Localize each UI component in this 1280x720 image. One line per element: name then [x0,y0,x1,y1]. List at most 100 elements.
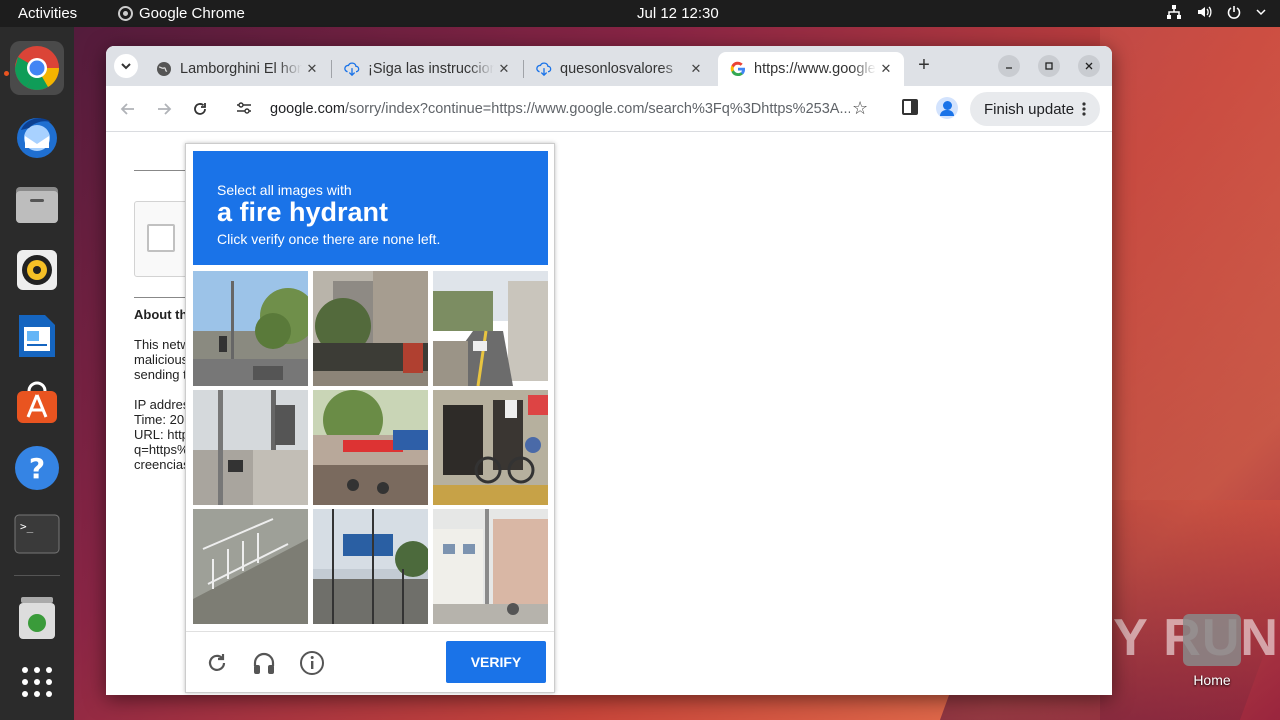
power-icon [1226,4,1242,23]
close-tab-icon[interactable]: ✕ [302,61,322,77]
instruction-subline: Click verify once there are none left. [217,231,441,247]
profile-avatar-icon[interactable] [936,97,958,119]
close-tab-icon[interactable]: ✕ [686,61,706,77]
url-text: google.com/sorry/index?continue=https://… [270,101,850,117]
instruction-line: Select all images with [217,182,352,198]
dock-show-apps[interactable] [10,655,64,709]
arrow-left-icon [120,103,134,115]
clock[interactable]: Jul 12 12:30 [637,5,719,22]
info-icon [300,651,324,675]
tab-title: quesonlosvalores [560,61,673,77]
site-info-icon[interactable] [236,101,256,118]
maximize-icon [1045,62,1053,70]
dock-files[interactable] [10,177,64,231]
tab-strip: Lamborghini El hombre ✕ ¡Siga las instru… [106,46,1112,86]
image-tile-bicycle-shop[interactable] [433,390,548,505]
terminal-icon: >_ [14,514,60,554]
recaptcha-checkbox[interactable] [147,224,175,252]
dock-help[interactable]: ? [10,441,64,495]
url-line: URL: http [134,427,189,442]
reload-button[interactable] [189,98,211,120]
challenge-target: a fire hydrant [217,197,389,227]
tab-4-active[interactable]: https://www.google.com ✕ [718,52,904,86]
desktop-home-folder[interactable]: Home [1182,614,1242,688]
running-indicator [4,71,9,76]
tab-3[interactable]: quesonlosvalores ✕ [524,52,714,86]
dock: ? >_ [0,27,74,720]
image-tile-shop-front[interactable] [313,390,428,505]
side-panel-icon[interactable] [902,99,918,115]
bookmark-star-icon[interactable]: ☆ [852,98,868,119]
dock-chrome[interactable] [10,41,64,95]
reload-icon [208,654,226,671]
close-tab-icon[interactable]: ✕ [876,61,896,77]
volume-icon [1196,4,1212,23]
image-tile-railing-closeup[interactable] [193,509,308,624]
reload-icon [194,103,206,115]
dock-trash[interactable] [10,591,64,645]
browser-toolbar: google.com/sorry/index?continue=https://… [106,86,1112,132]
forward-button[interactable] [153,98,175,120]
app-menu[interactable]: Google Chrome [118,5,245,22]
minimize-button[interactable] [998,55,1020,77]
address-bar[interactable]: google.com/sorry/index?continue=https://… [226,91,884,127]
finish-update-button[interactable]: Finish update [970,92,1101,126]
svg-text:?: ? [29,452,45,485]
dock-thunderbird[interactable] [10,109,64,163]
tab-2[interactable]: ¡Siga las instrucciones ✕ [332,52,522,86]
ip-line: IP addres [134,397,190,412]
folder-icon [16,187,58,223]
image-tile-traffic-light-pole[interactable] [193,390,308,505]
shopping-bag-icon [17,381,57,423]
dock-terminal[interactable]: >_ [10,507,64,561]
image-tile-blue-sign-train[interactable] [313,509,428,624]
tab-title: https://www.google.com [754,61,876,77]
image-tile-white-buildings[interactable] [433,509,548,624]
dock-separator [14,575,60,576]
close-icon [1085,62,1093,70]
thunderbird-icon [17,118,57,158]
audio-challenge-button[interactable] [250,649,278,677]
download-cloud-icon [536,61,552,77]
close-tab-icon[interactable]: ✕ [494,61,514,77]
download-cloud-icon [344,61,360,77]
tab-title: ¡Siga las instrucciones [368,61,494,77]
network-icon [1166,4,1182,23]
chrome-small-icon [118,6,133,21]
app-name: Google Chrome [139,5,245,22]
url-path: /sorry/index?continue=https://www.google… [344,101,850,117]
reload-challenge-button[interactable] [203,649,231,677]
tab-search-button[interactable] [114,54,138,78]
dock-app-center[interactable] [10,375,64,429]
image-grid [193,271,548,626]
arrow-right-icon [158,103,172,115]
home-folder-icon [1183,614,1241,666]
dock-rhythmbox[interactable] [10,243,64,297]
footer-divider [186,631,554,632]
url-host: google.com [270,101,345,117]
maximize-button[interactable] [1038,55,1060,77]
tab-1[interactable]: Lamborghini El hombre ✕ [144,52,330,86]
activities-button[interactable]: Activities [18,5,77,22]
info-button[interactable] [298,649,326,677]
query-line: q=https% [134,442,189,457]
back-button[interactable] [117,98,139,120]
image-tile-buildings-trees[interactable] [313,271,428,386]
image-tile-road-street[interactable] [433,271,548,386]
globe-icon [156,61,172,77]
tab-title: Lamborghini El hombre [180,61,302,77]
dock-writer[interactable] [10,309,64,363]
image-tile-street-trees-sky[interactable] [193,271,308,386]
close-window-button[interactable] [1078,55,1100,77]
verify-button[interactable]: VERIFY [446,641,546,683]
chrome-icon [15,46,59,90]
system-tray[interactable] [1166,4,1266,23]
page-para-line: sending t [134,367,187,382]
about-heading: About th [134,307,188,322]
new-tab-button[interactable]: + [912,54,936,77]
query-line: creencias [134,457,190,472]
challenge-header: Select all images with a fire hydrant Cl… [193,151,548,265]
page-para-line: malicious [134,352,189,367]
home-label: Home [1193,672,1231,688]
time-line: Time: 20 [134,412,185,427]
